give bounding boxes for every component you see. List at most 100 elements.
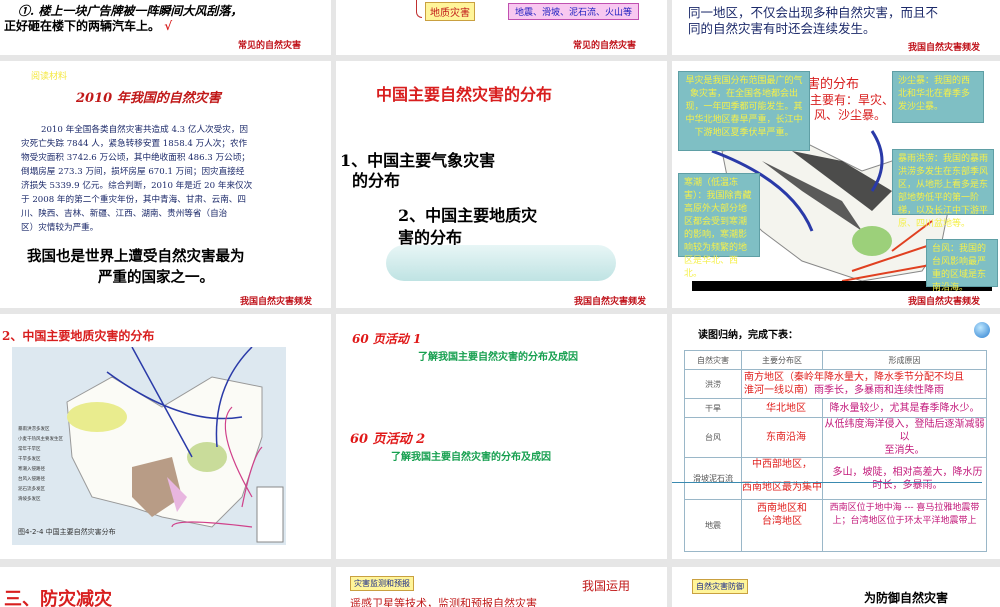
outline-item-2[interactable]: 2、中国主要地质灾 [398, 202, 537, 226]
activity-1-label: 60 页活动 1 [352, 332, 422, 346]
slide-thumbnail-10[interactable]: 三、防灾减灾 [0, 567, 331, 607]
slide-title: 三、防灾减灾 [4, 589, 112, 607]
legend-item: 泥石流多发区 [18, 487, 45, 492]
slide-title: 2、中国主要地质灾害的分布 [2, 329, 155, 343]
table-cell-answer: 降水量较少，尤其是春季降水少。 [822, 398, 987, 418]
answer-text: 年降水量大，降水季节分配不均且 [814, 372, 964, 383]
callout-typhoon: 台风：我国的台风影响最严重的区域是东南沿海。 [926, 239, 998, 293]
table-row: 干旱 华北地区 降水量较少，尤其是春季降水少。 [684, 398, 987, 418]
slide-thumbnail-9[interactable]: 读图归纳，完成下表： 自然灾害 主要分布区 形成原因 洪涝 南方地区（秦岭年降水量大，… [672, 314, 1000, 559]
answer-text: 至消失。 [884, 445, 925, 456]
divider-line [672, 482, 982, 483]
slide-title: 害的分布 [807, 77, 860, 92]
paragraph-line: 2010 年全国各类自然灾害共造成 4.3 亿人次受灾，因 [41, 125, 249, 135]
legend-item: 干旱多发区 [18, 457, 41, 462]
legend-item: 台风入侵路径 [18, 477, 45, 482]
answer-text: 上；台湾地区位于环太平洋地震带上 [832, 516, 977, 526]
slide-thumbnail-12[interactable]: 自然灾害防御 为防御自然灾害 [672, 567, 1000, 607]
paragraph-line: 于 2008 年的第二个重灾年份，其中青海、甘肃、云南、四 [21, 195, 246, 205]
callout-flood: 暴雨洪涝：我国的暴雨洪涝多发生在东部季风区，从地形上看多是东部地势低平的第一阶梯… [892, 149, 994, 229]
slide-thumbnail-8[interactable]: 60 页活动 1 了解我国主要自然灾害的分布及成因 60 页活动 2 了解我国主… [336, 314, 667, 559]
paragraph-line: 川、陕西、吉林、新疆、江西、湖南、贵州等省（自治 [21, 209, 228, 219]
paragraph-line: 物受灾面积 3742.6 万公顷，其中绝收面积 486.3 万公顷； [21, 153, 250, 163]
bracket [416, 0, 422, 18]
slide-title: 读图归纳，完成下表： [698, 330, 798, 341]
slide-text-line: 正好砸在楼下的两辆汽车上。 [4, 19, 161, 33]
slide-text: 我国运用 [582, 579, 631, 593]
geology-map: 暴雨洪涝多发区 小麦干热风主要发生区 常年干旱区 干旱多发区 寒潮入侵路径 台风… [12, 346, 286, 545]
slide-footer: 我国自然灾害频发 [908, 43, 981, 53]
answer-text: 时长，多暴雨。 [872, 479, 943, 491]
table-cell-answer: 东南沿海 [741, 417, 823, 458]
slide-footer: 我国自然灾害频发 [240, 297, 313, 307]
paragraph-line: 倒塌房屋 273.3 万间，损坏房屋 670.1 万间；因灾直接经 [21, 167, 245, 177]
callout-cold-wave: 寒潮（低温冻害）：我国除青藏高原外大部分地区都会受到寒潮的影响，寒潮影响较为频繁… [678, 173, 760, 279]
table-cell: 滑坡泥石流 [684, 457, 742, 500]
slide-thumbnail-7[interactable]: 2、中国主要地质灾害的分布 暴雨洪涝多发区 小麦干热风主要发生区 常年干旱区 干… [0, 314, 331, 559]
answer-text: 中西部地区， [752, 459, 812, 470]
table-row: 洪涝 南方地区（秦岭年降水量大，降水季节分配不均且 淮河一线以南）雨季长，多暴雨和连… [684, 369, 987, 399]
slide-thumbnail-3[interactable]: 同一地区，不仅会出现多种自然灾害，而且不 同的自然灾害有时还会连续发生。 我国自… [672, 0, 1000, 55]
reading-tag: 阅读材料 [31, 72, 68, 82]
table-cell-answer: 南方地区（秦岭年降水量大，降水季节分配不均且 [744, 371, 986, 384]
answer-text: 多山，坡陡，相对高差大，降水历 [832, 466, 983, 478]
slide-thumbnail-11[interactable]: 灾害监测和预报 我国运用 遥感卫星等技术，监测和预报自然灾害 [336, 567, 667, 607]
callout-drought: 旱灾是我国分布范围最广的气象灾害，在全国各地都会出现，一年四季都可能发生。其中华… [678, 71, 810, 151]
legend-item: 暴雨洪涝多发区 [18, 427, 50, 432]
emphasis-text: 严重的国家之一。 [98, 269, 214, 286]
summary-table: 自然灾害 主要分布区 形成原因 洪涝 南方地区（秦岭年降水量大，降水季节分配不均且 淮河… [684, 350, 987, 552]
paragraph-line: 区）灾情较为严重。 [21, 223, 99, 233]
table-row: 滑坡泥石流 中西部地区， 西南地区最为集中 多山，坡陡，相对高差大，降水历 时长，多暴雨… [684, 457, 987, 500]
section-tag: 灾害监测和预报 [350, 576, 414, 591]
answer-text: 雨季长，多暴雨和连续性降雨 [814, 385, 944, 396]
category-label: 地质灾害 [425, 2, 475, 21]
map-caption: 图4-2-4 中国主要自然灾害分布 [18, 528, 116, 536]
slide-thumbnail-6[interactable]: 害的分布 主要有：旱灾、 风、沙尘暴。 旱灾是我国分布范围最广的气象灾害，在全国… [672, 61, 1000, 308]
paragraph-line: 济损失 5339.9 亿元。综合判断，2010 年是近 20 年来仅次 [21, 181, 253, 191]
table-cell: 干旱 [684, 398, 742, 418]
slide-text: 正好砸在楼下的两辆汽车上。 √ [4, 17, 172, 34]
header-cell: 自然灾害 [684, 350, 742, 370]
slide-footer: 我国自然灾害频发 [908, 297, 981, 307]
table-cell: 洪涝 [684, 369, 742, 399]
legend-item: 小麦干热风主要发生区 [18, 437, 63, 442]
answer-text: 西南地区和 [757, 503, 807, 514]
legend-item: 常年干旱区 [18, 447, 41, 452]
check-mark-icon: √ [164, 19, 173, 33]
slide-text: 遥感卫星等技术，监测和预报自然灾害 [350, 597, 537, 607]
table-cell-answer: 淮河一线以南）雨季长，多暴雨和连续性降雨 [744, 384, 986, 397]
table-cell: 台风 [684, 417, 742, 458]
answer-text: 台湾地区 [762, 516, 802, 527]
slide-thumbnail-1[interactable]: ①. 楼上一块广告牌被一阵瞬间大风刮落， 正好砸在楼下的两辆汽车上。 √ 常见的… [0, 0, 331, 55]
slide-thumbnail-4[interactable]: 阅读材料 2010 年我国的自然灾害 2010 年全国各类自然灾害共造成 4.3… [0, 61, 331, 308]
table-row: 台风 东南沿海 从低纬度海洋侵入，登陆后逐渐减弱以至消失。 [684, 417, 987, 458]
answer-text: 淮河一线以南） [744, 385, 814, 396]
emphasis-text: 我国也是世界上遭受自然灾害最为 [27, 248, 245, 265]
map-legend: 暴雨洪涝多发区 小麦干热风主要发生区 常年干旱区 干旱多发区 寒潮入侵路径 台风… [18, 425, 63, 505]
slide-title: 中国主要自然灾害的分布 [376, 85, 553, 104]
callout-sandstorm: 沙尘暴：我国的西北和华北在春季多发沙尘暴。 [892, 71, 984, 123]
legend-item: 滑坡多发区 [18, 497, 41, 502]
header-cell: 形成原因 [822, 350, 987, 370]
slide-footer: 常见的自然灾害 [573, 41, 637, 51]
slide-text: 为防御自然灾害 [864, 591, 949, 605]
answer-text: 南方地区（秦岭 [744, 372, 814, 383]
decorative-bar [386, 245, 616, 281]
activity-1-desc: 了解我国主要自然灾害的分布及成因 [418, 352, 578, 363]
table-cell-answer: 华北地区 [741, 398, 823, 418]
outline-item-1-cont: 的分布 [352, 171, 401, 190]
paragraph-line: 灾死亡失踪 7844 人，紧急转移安置 1858.4 万人次；农作 [21, 139, 248, 149]
category-items: 地震、滑坡、泥石流、火山等 [508, 3, 640, 20]
section-tag: 自然灾害防御 [692, 579, 748, 594]
paragraph: 2010 年全国各类自然灾害共造成 4.3 亿人次受灾，因 灾死亡失踪 7844… [21, 123, 252, 235]
globe-icon[interactable] [974, 322, 990, 338]
slide-text: 同的自然灾害有时还会连续发生。 [688, 21, 876, 36]
slide-title: 2010 年我国的自然灾害 [76, 91, 221, 106]
answer-text: 从低纬度海洋侵入，登陆后逐渐减弱以 [824, 419, 985, 443]
slide-thumbnail-5[interactable]: 中国主要自然灾害的分布 1、中国主要气象灾害 的分布 2、中国主要地质灾 害的分… [336, 61, 667, 308]
activity-2-label: 60 页活动 2 [350, 432, 426, 447]
slide-footer: 我国自然灾害频发 [574, 297, 647, 307]
activity-2-desc: 了解我国主要自然灾害的分布及成因 [391, 452, 551, 463]
table-row: 地震 西南地区和 台湾地区 西南区位于地中海 --- 喜马拉雅地震带 上；台湾地区位于环… [684, 499, 987, 552]
slide-thumbnail-2[interactable]: 地质灾害 地震、滑坡、泥石流、火山等 常见的自然灾害 [336, 0, 667, 55]
